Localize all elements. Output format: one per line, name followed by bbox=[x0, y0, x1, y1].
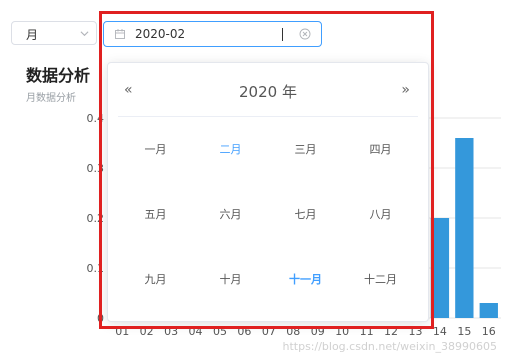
bar[interactable] bbox=[479, 303, 498, 318]
x-tick-label: 03 bbox=[164, 325, 178, 338]
y-tick-label: 0 bbox=[97, 312, 104, 325]
month-cell-apr[interactable]: 四月 bbox=[343, 117, 418, 182]
y-tick-label: 0.2 bbox=[87, 212, 105, 225]
month-cell-feb[interactable]: 二月 bbox=[193, 117, 268, 182]
text-caret bbox=[282, 28, 283, 41]
page-subtitle: 月数据分析 bbox=[26, 93, 76, 104]
month-grid: 一月 二月 三月 四月 五月 六月 七月 八月 九月 十月 十一月 十二月 bbox=[118, 117, 418, 311]
picker-year-label[interactable]: 2020 年 bbox=[108, 81, 428, 102]
next-year-button[interactable]: » bbox=[401, 82, 410, 98]
y-tick-label: 0.4 bbox=[87, 112, 105, 125]
month-cell-may[interactable]: 五月 bbox=[118, 182, 193, 247]
x-tick-label: 05 bbox=[213, 325, 227, 338]
x-tick-label: 15 bbox=[457, 325, 471, 338]
x-tick-label: 14 bbox=[433, 325, 447, 338]
date-input-value: 2020-02 bbox=[135, 27, 186, 41]
x-tick-label: 11 bbox=[360, 325, 374, 338]
month-cell-dec[interactable]: 十二月 bbox=[343, 246, 418, 311]
chart-bars bbox=[430, 138, 498, 318]
month-cell-mar[interactable]: 三月 bbox=[268, 117, 343, 182]
x-axis-labels: 01 02 03 04 05 06 07 08 09 10 11 12 13 14 15 16 bbox=[115, 325, 496, 338]
month-cell-oct[interactable]: 十月 bbox=[193, 246, 268, 311]
month-cell-sep[interactable]: 九月 bbox=[118, 246, 193, 311]
month-date-input[interactable]: 2020-02 bbox=[103, 21, 322, 47]
month-cell-aug[interactable]: 八月 bbox=[343, 182, 418, 247]
month-cell-nov[interactable]: 十一月 bbox=[268, 246, 343, 311]
x-tick-label: 13 bbox=[408, 325, 422, 338]
y-tick-label: 0.3 bbox=[87, 162, 105, 175]
x-tick-label: 16 bbox=[482, 325, 496, 338]
watermark: https://blog.csdn.net/weixin_38990605 bbox=[282, 340, 497, 353]
x-tick-label: 10 bbox=[335, 325, 349, 338]
clear-icon[interactable] bbox=[299, 28, 311, 40]
x-tick-label: 08 bbox=[286, 325, 300, 338]
month-picker-panel: « 2020 年 » 一月 二月 三月 四月 五月 六月 七月 八月 九月 十月… bbox=[107, 62, 429, 322]
x-tick-label: 01 bbox=[115, 325, 129, 338]
period-select-value: 月 bbox=[26, 28, 39, 42]
month-cell-jun[interactable]: 六月 bbox=[193, 182, 268, 247]
bar[interactable] bbox=[455, 138, 474, 318]
month-cell-jul[interactable]: 七月 bbox=[268, 182, 343, 247]
x-tick-label: 07 bbox=[262, 325, 276, 338]
month-cell-jan[interactable]: 一月 bbox=[118, 117, 193, 182]
calendar-icon bbox=[115, 29, 125, 39]
x-tick-label: 04 bbox=[189, 325, 203, 338]
x-tick-label: 06 bbox=[237, 325, 251, 338]
x-tick-label: 02 bbox=[140, 325, 154, 338]
bar[interactable] bbox=[430, 218, 450, 318]
x-tick-label: 12 bbox=[384, 325, 398, 338]
chevron-down-icon bbox=[80, 31, 89, 37]
x-tick-label: 09 bbox=[311, 325, 325, 338]
page-title: 数据分析 bbox=[26, 66, 91, 85]
y-axis-ticks: 0 0.1 0.2 0.3 0.4 bbox=[87, 112, 105, 325]
y-tick-label: 0.1 bbox=[87, 262, 105, 275]
period-select[interactable]: 月 bbox=[11, 21, 97, 45]
